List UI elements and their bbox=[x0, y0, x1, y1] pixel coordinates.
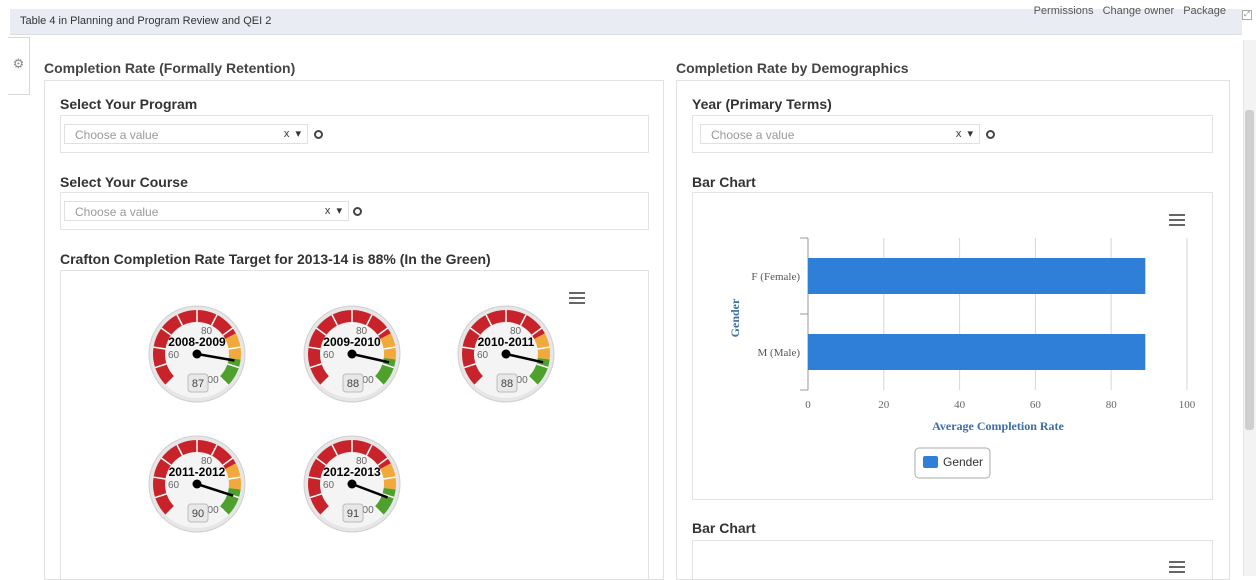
refresh-icon[interactable] bbox=[353, 207, 362, 216]
gauge-title: 2010-2011 bbox=[478, 335, 535, 349]
gauge-tick-label: 60 bbox=[477, 350, 489, 361]
gauge: 6080100872008-2009 bbox=[148, 305, 246, 403]
year-select[interactable]: Choose a value x ▾ bbox=[700, 124, 980, 144]
refresh-icon[interactable] bbox=[986, 130, 995, 139]
scrollbar-thumb[interactable] bbox=[1245, 110, 1254, 430]
gauge: 6080100902011-2012 bbox=[148, 435, 246, 533]
clear-icon[interactable]: x bbox=[284, 128, 290, 140]
top-links: Permissions Change owner Package bbox=[1028, 5, 1226, 17]
gauge-pivot bbox=[501, 349, 511, 359]
course-label: Select Your Course bbox=[60, 174, 188, 190]
y-category-label: F (Female) bbox=[751, 271, 800, 283]
bar-chart-2-label: Bar Chart bbox=[692, 520, 756, 536]
chevron-down-icon[interactable]: ▾ bbox=[295, 128, 301, 140]
y-axis-title: Gender bbox=[728, 298, 742, 337]
gauge-value: 87 bbox=[192, 378, 204, 390]
clear-icon[interactable]: x bbox=[325, 205, 331, 217]
x-tick-label: 40 bbox=[954, 399, 966, 411]
gauge-value: 88 bbox=[347, 378, 359, 390]
gauge-pivot bbox=[192, 349, 202, 359]
refresh-icon[interactable] bbox=[314, 130, 323, 139]
change-owner-link[interactable]: Change owner bbox=[1103, 5, 1175, 17]
program-select-placeholder: Choose a value bbox=[75, 128, 159, 142]
x-axis-title: Average Completion Rate bbox=[932, 419, 1064, 433]
left-section-title: Completion Rate (Formally Retention) bbox=[44, 60, 296, 76]
legend-swatch bbox=[923, 456, 938, 468]
gauge-heading: Crafton Completion Rate Target for 2013-… bbox=[60, 251, 491, 267]
gauge-value: 91 bbox=[347, 508, 359, 520]
permissions-link[interactable]: Permissions bbox=[1034, 5, 1094, 17]
program-select[interactable]: Choose a value x ▾ bbox=[64, 124, 308, 144]
y-category-label: M (Male) bbox=[758, 347, 801, 359]
course-select-placeholder: Choose a value bbox=[75, 205, 159, 219]
expand-icon[interactable]: ⤢ bbox=[1242, 10, 1252, 20]
gauge: 6080100912012-2013 bbox=[303, 435, 401, 533]
x-tick-label: 20 bbox=[878, 399, 890, 411]
gauge-pivot bbox=[192, 479, 202, 489]
gauge: 6080100882009-2010 bbox=[303, 305, 401, 403]
bar[interactable] bbox=[808, 258, 1146, 294]
legend-label: Gender bbox=[943, 455, 983, 469]
bar-chart-label: Bar Chart bbox=[692, 174, 756, 190]
x-tick-label: 60 bbox=[1030, 399, 1042, 411]
gauge-pivot bbox=[347, 349, 357, 359]
gauge-tick-label: 60 bbox=[323, 350, 335, 361]
program-select-controls: x ▾ bbox=[281, 127, 301, 140]
bar-chart: 0 20 40 60 80 100 F (Female) M (Male) Average C… bbox=[728, 237, 1196, 479]
gauge-title: 2008-2009 bbox=[168, 335, 226, 349]
chart-2-menu-icon[interactable] bbox=[1169, 561, 1185, 573]
gauge-value: 90 bbox=[192, 508, 204, 520]
gauge-tick-label: 60 bbox=[323, 480, 335, 491]
gauge: 6080100882010-2011 bbox=[457, 305, 555, 403]
course-select[interactable]: Choose a value x ▾ bbox=[64, 201, 349, 221]
course-select-controls: x ▾ bbox=[322, 204, 342, 217]
bar[interactable] bbox=[808, 334, 1146, 370]
gauge-value: 88 bbox=[501, 378, 513, 390]
chart-legend[interactable]: Gender bbox=[914, 447, 991, 479]
clear-icon[interactable]: x bbox=[956, 128, 962, 140]
gauge-title: 2009-2010 bbox=[323, 335, 381, 349]
gauge-grid: 6080100872008-20096080100882009-20106080… bbox=[148, 305, 555, 533]
gauge-tick-label: 60 bbox=[168, 480, 180, 491]
x-tick-label: 100 bbox=[1179, 399, 1196, 411]
settings-gear-icon[interactable]: ⚙ bbox=[8, 37, 30, 95]
x-tick-label: 80 bbox=[1106, 399, 1118, 411]
gauge-title: 2012-2013 bbox=[323, 465, 381, 479]
chevron-down-icon[interactable]: ▾ bbox=[336, 205, 342, 217]
bar-chart-2-panel bbox=[692, 540, 1213, 580]
dashboard-title: Table 4 in Planning and Program Review a… bbox=[20, 15, 272, 27]
right-section-title: Completion Rate by Demographics bbox=[676, 60, 909, 76]
year-select-controls: x ▾ bbox=[953, 127, 973, 140]
year-select-placeholder: Choose a value bbox=[711, 128, 795, 142]
program-label: Select Your Program bbox=[60, 96, 198, 112]
gauge-tick-label: 60 bbox=[168, 350, 180, 361]
package-link[interactable]: Package bbox=[1183, 5, 1226, 17]
chevron-down-icon[interactable]: ▾ bbox=[967, 128, 973, 140]
gauge-pivot bbox=[347, 479, 357, 489]
gauge-title: 2011-2012 bbox=[169, 465, 226, 479]
year-label: Year (Primary Terms) bbox=[692, 96, 832, 112]
x-tick-label: 0 bbox=[805, 399, 811, 411]
